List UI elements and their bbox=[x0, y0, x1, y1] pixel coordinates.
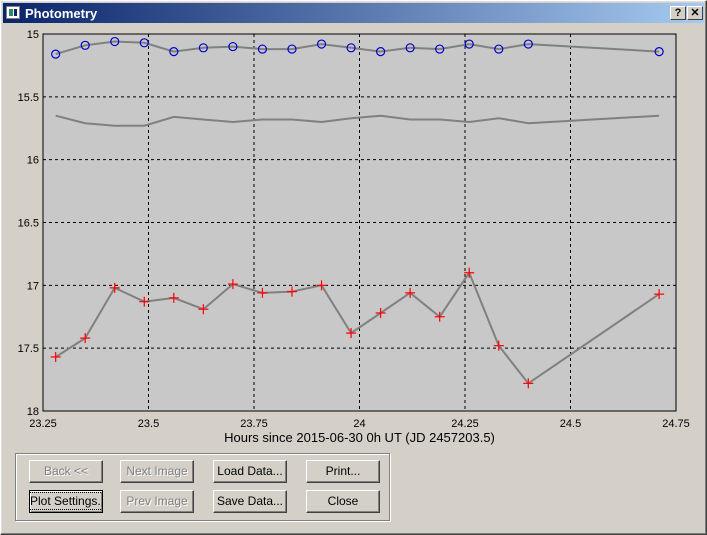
x-tick-label: 23.75 bbox=[240, 418, 268, 430]
x-axis-label: Hours since 2015-06-30 0h UT (JD 2457203… bbox=[224, 430, 495, 445]
print-button[interactable]: Print... bbox=[306, 460, 380, 483]
photometry-plot: 23.25 23.5 23.75 24 24.25 24.5 24.75 15 15.5 16 16… bbox=[1, 23, 707, 448]
plot-settings-button[interactable]: Plot Settings... bbox=[29, 490, 103, 513]
next-image-button[interactable]: Next Image bbox=[120, 460, 194, 483]
button-group: Back << Next Image Load Data... Print...… bbox=[15, 453, 390, 521]
x-tick-label: 24 bbox=[353, 418, 365, 430]
y-tick-label: 17 bbox=[27, 280, 39, 292]
y-tick-label: 15 bbox=[27, 29, 39, 41]
y-tick-label: 16 bbox=[27, 155, 39, 167]
window-title: Photometry bbox=[25, 6, 98, 21]
plot-settings-label: Plot Settings... bbox=[30, 492, 102, 510]
y-tick-label: 15.5 bbox=[18, 92, 39, 104]
x-tick-label: 24.75 bbox=[662, 418, 690, 430]
x-tick-label: 24.5 bbox=[560, 418, 581, 430]
prev-image-button[interactable]: Prev Image bbox=[120, 490, 194, 513]
close-window-button[interactable]: ✕ bbox=[687, 6, 703, 20]
y-tick-label: 17.5 bbox=[18, 343, 39, 355]
app-icon bbox=[6, 6, 20, 19]
title-bar[interactable]: Photometry ? ✕ bbox=[3, 3, 704, 23]
save-data-button[interactable]: Save Data... bbox=[213, 490, 287, 513]
back-button[interactable]: Back << bbox=[29, 460, 103, 483]
photometry-window: Photometry ? ✕ 23.25 23.5 23.75 24 24.25 24.5… bbox=[0, 0, 707, 535]
close-icon: ✕ bbox=[690, 7, 700, 19]
close-button[interactable]: Close bbox=[306, 490, 380, 513]
y-tick-label: 18 bbox=[27, 406, 39, 418]
plot-svg: 23.25 23.5 23.75 24 24.25 24.5 24.75 15 15.5 16 16… bbox=[18, 29, 690, 445]
x-tick-label: 23.25 bbox=[29, 418, 57, 430]
y-tick-label: 16.5 bbox=[18, 218, 39, 230]
x-tick-label: 24.25 bbox=[451, 418, 479, 430]
x-tick-label: 23.5 bbox=[138, 418, 159, 430]
load-data-button[interactable]: Load Data... bbox=[213, 460, 287, 483]
help-button[interactable]: ? bbox=[670, 6, 686, 20]
